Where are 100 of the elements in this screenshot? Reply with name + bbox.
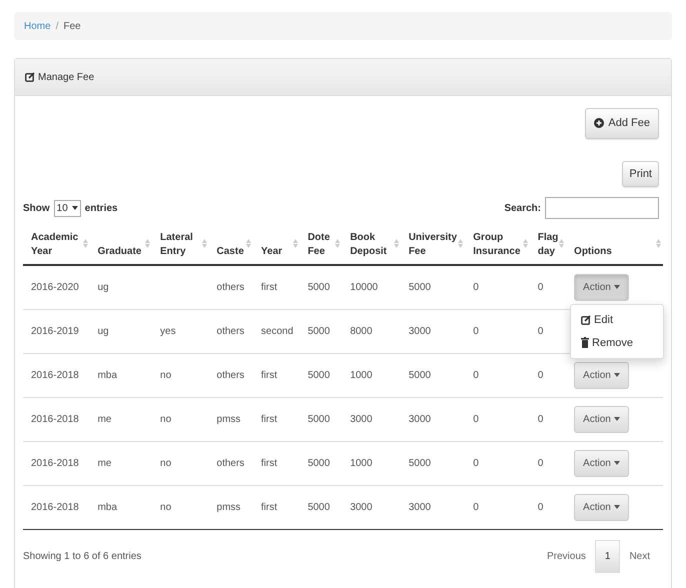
- sort-icon: [82, 239, 88, 248]
- pagination-link[interactable]: Previous: [538, 540, 595, 572]
- table-cell: others: [216, 458, 244, 468]
- show-label: Show: [23, 202, 50, 216]
- table-cell: 5000: [408, 458, 431, 468]
- table-cell: 0: [538, 458, 544, 468]
- table-cell: 5000: [408, 282, 431, 293]
- table-cell: no: [160, 458, 172, 468]
- column-header[interactable]: Year: [261, 244, 282, 258]
- table-cell: first: [261, 502, 278, 512]
- table-cell: 5000: [308, 282, 330, 293]
- sort-icon: [458, 239, 464, 248]
- table-cell: 0: [473, 370, 479, 380]
- table-cell: 5000: [308, 370, 330, 380]
- table-cell: 0: [473, 282, 479, 293]
- table-cell: 2016-2019: [31, 326, 79, 336]
- column-header[interactable]: Caste: [216, 244, 244, 258]
- table-cell: 3000: [408, 414, 431, 424]
- panel-title: Manage Fee: [38, 70, 94, 84]
- table-cell: 1000: [350, 370, 372, 380]
- column-header[interactable]: Options: [574, 244, 612, 258]
- sort-icon: [335, 239, 340, 248]
- table-cell: 0: [473, 502, 479, 512]
- table-info: Showing 1 to 6 of 6 entries: [23, 550, 142, 564]
- column-header[interactable]: University Fee: [408, 231, 460, 258]
- action-dropdown-button[interactable]: Action: [574, 494, 629, 520]
- table-cell: me: [98, 414, 112, 424]
- trash-icon: [581, 337, 590, 348]
- table-cell: second: [261, 326, 294, 336]
- table-cell: 0: [538, 414, 544, 424]
- column-header[interactable]: Lateral Entry: [160, 231, 203, 258]
- edit-icon: [25, 72, 35, 82]
- edit-icon: [581, 315, 592, 326]
- table-cell: first: [261, 414, 278, 424]
- sort-icon: [394, 239, 399, 248]
- dropdown-item[interactable]: Edit: [571, 309, 664, 332]
- table-cell: pmss: [216, 502, 241, 512]
- caret-icon: [72, 206, 78, 210]
- plus-circle-icon: [594, 118, 604, 128]
- table-cell: me: [98, 458, 112, 468]
- dropdown-item[interactable]: Remove: [571, 332, 664, 354]
- search-field[interactable]: [545, 197, 659, 219]
- caret-icon: [614, 416, 620, 421]
- table-cell: 0: [473, 326, 479, 336]
- table-cell: 2016-2018: [31, 414, 79, 424]
- add-fee-button[interactable]: Add Fee: [585, 108, 659, 138]
- action-dropdown-button[interactable]: Action: [574, 406, 629, 432]
- table-cell: 5000: [308, 414, 330, 424]
- table-cell: others: [216, 282, 244, 293]
- table-cell: mba: [98, 370, 118, 380]
- table-cell: 3000: [408, 326, 431, 336]
- sort-icon: [292, 239, 298, 248]
- caret-icon: [614, 372, 620, 377]
- table-cell: 8000: [350, 326, 372, 336]
- table-cell: 0: [538, 370, 544, 380]
- entries-label: entries: [84, 202, 118, 216]
- column-header[interactable]: Dote Fee: [308, 231, 336, 258]
- column-header[interactable]: Book Deposit: [350, 231, 395, 258]
- column-header[interactable]: Group Insurance: [473, 231, 524, 258]
- table-cell: others: [216, 370, 244, 380]
- table-cell: first: [261, 282, 278, 293]
- table-cell: 2016-2018: [31, 502, 79, 512]
- action-dropdown-button[interactable]: Action: [574, 450, 629, 476]
- table-cell: 3000: [350, 502, 372, 512]
- action-dropdown-button[interactable]: Action: [574, 274, 629, 301]
- table-cell: 0: [473, 458, 479, 468]
- pagination-link[interactable]: Next: [620, 540, 659, 572]
- table-cell: 5000: [408, 370, 431, 380]
- table-cell: first: [261, 370, 278, 380]
- table-cell: first: [261, 458, 278, 468]
- sort-icon: [246, 239, 252, 248]
- table-cell: no: [160, 502, 172, 512]
- sort-icon: [145, 239, 150, 248]
- action-dropdown-button[interactable]: Action: [574, 362, 629, 388]
- table-cell: 2016-2018: [31, 458, 79, 468]
- sort-icon: [656, 239, 661, 248]
- current-page-button[interactable]: 1: [594, 540, 620, 572]
- sort-icon: [522, 239, 528, 248]
- table-cell: ug: [98, 326, 109, 336]
- breadcrumb-current: Fee: [63, 20, 81, 33]
- table-cell: 3000: [408, 502, 431, 512]
- column-header[interactable]: Flag day: [538, 231, 560, 258]
- table-cell: others: [216, 326, 244, 336]
- table-cell: mba: [98, 502, 118, 512]
- caret-icon: [614, 504, 620, 509]
- table-cell: yes: [160, 326, 176, 336]
- breadcrumb-separator: /: [56, 20, 58, 33]
- table-cell: 2016-2020: [31, 282, 79, 293]
- table-cell: 0: [473, 414, 479, 424]
- sort-icon: [559, 239, 564, 248]
- table-cell: no: [160, 370, 172, 380]
- print-button[interactable]: Print: [622, 160, 659, 187]
- table-cell: ug: [98, 282, 109, 293]
- table-cell: 5000: [308, 458, 330, 468]
- column-header[interactable]: Graduate: [98, 244, 142, 258]
- caret-icon: [614, 285, 620, 290]
- entries-select[interactable]: 10: [54, 200, 81, 216]
- column-header[interactable]: Academic Year: [31, 231, 84, 258]
- table-cell: 3000: [350, 414, 372, 424]
- sort-icon: [202, 239, 207, 248]
